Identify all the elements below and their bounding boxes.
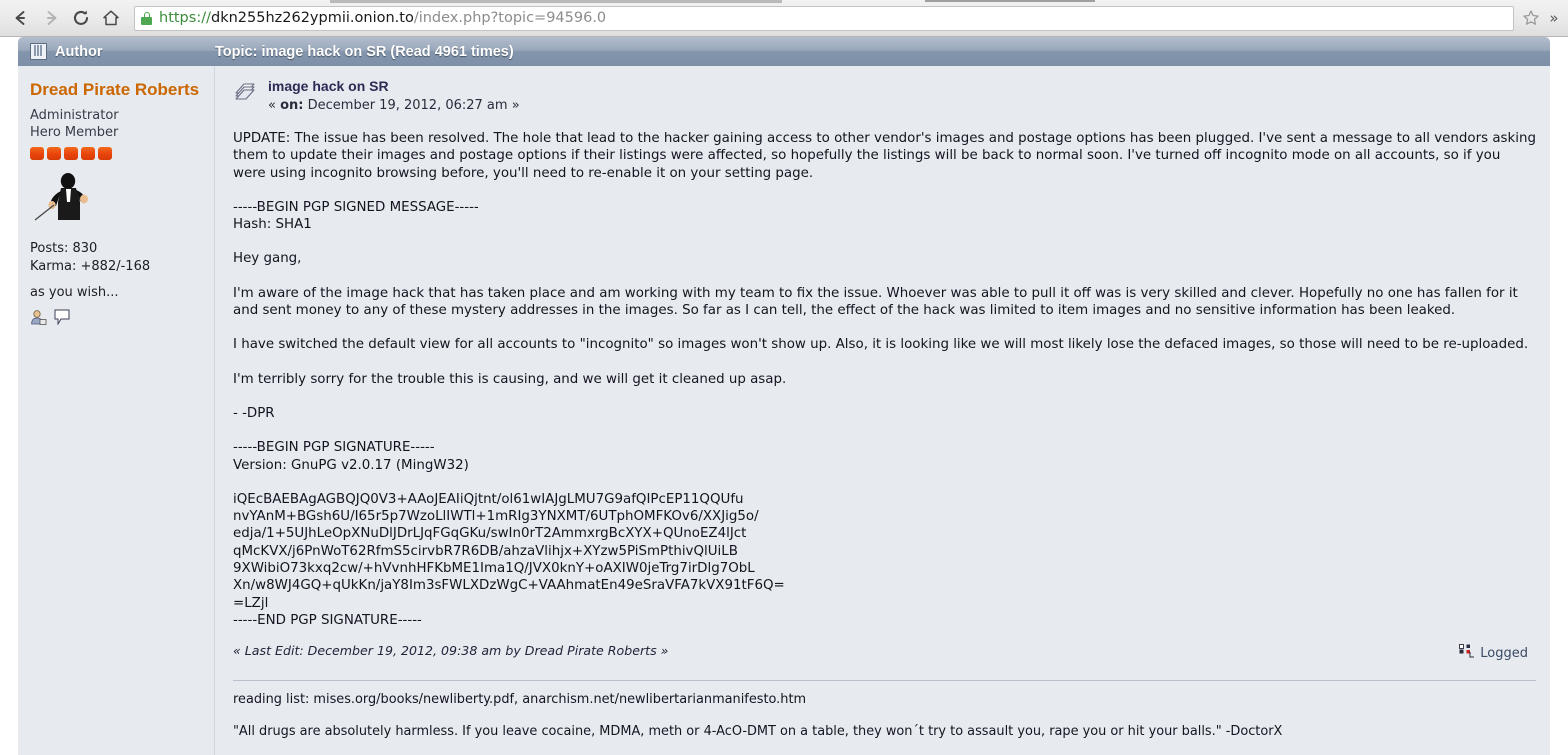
rank-star-pip [30, 147, 44, 160]
url-path: /index.php?topic=94596.0 [413, 10, 607, 26]
rank-star-pip [98, 147, 112, 160]
post-date-value: December 19, 2012, 06:27 am [307, 98, 508, 113]
back-arrow-icon [11, 8, 31, 28]
pgp-signature-line: iQEcBAEBAgAGBQJQ0V3+AAoJEAIiQjtnt/ol61wI… [233, 491, 744, 507]
message-icon[interactable] [54, 309, 71, 329]
pgp-signature-line: =LZjl [233, 595, 269, 611]
logged-badge: Logged [1459, 643, 1528, 664]
home-icon [101, 8, 121, 28]
paragraph-greeting: Hey gang, [233, 251, 302, 267]
book-icon [30, 43, 47, 60]
back-button[interactable] [6, 3, 36, 33]
post-footer-row: « Last Edit: December 19, 2012, 09:38 am… [233, 642, 1536, 664]
forum-page: Author Topic: image hack on SR (Read 496… [0, 37, 1568, 755]
browser-toolbar: https://dkn255hz262ypmii.onion.to/index.… [0, 0, 1568, 37]
author-rank: Hero Member [30, 125, 119, 140]
author-name[interactable]: Dread Pirate Roberts [30, 80, 204, 99]
signature-reading-list: reading list: mises.org/books/newliberty… [233, 692, 807, 708]
author-column-label: Author [55, 43, 103, 60]
pgp-signature-header: -----BEGIN PGP SIGNATURE----- Version: G… [233, 439, 1536, 474]
bookmark-star-icon[interactable] [1520, 7, 1542, 29]
url-scheme: https:// [159, 10, 211, 26]
author-tagline: as you wish... [30, 285, 119, 300]
rank-star-pip [47, 147, 61, 160]
tab-strip-edge-secondary [925, 0, 1095, 2]
pgp-hash-line: Hash: SHA1 [233, 217, 312, 233]
rank-star-pip [81, 147, 95, 160]
rank-star-pip [64, 147, 78, 160]
post-date-prefix: « [268, 98, 276, 113]
post-message-body: UPDATE: The issue has been resolved. The… [233, 130, 1536, 740]
signature-quote: "All drugs are absolutely harmless. If y… [233, 724, 1283, 740]
forward-button[interactable] [36, 3, 66, 33]
url-host: dkn255hz262ypmii.onion.to [210, 10, 414, 26]
lock-icon [141, 11, 152, 25]
home-button[interactable] [96, 3, 126, 33]
pgp-signature-line: qMcKVX/j6PnWoT62RfmS5cirvbR7R6DB/ahzaVli… [233, 543, 738, 559]
pgp-signature-line: Xn/w8WJ4GQ+qUkKn/jaY8Im3sFWLXDzWgC+VAAhm… [233, 578, 785, 594]
karma: Karma: +882/-168 [30, 259, 151, 274]
topic-column-header: Topic: image hack on SR (Read 4961 times… [215, 43, 514, 60]
topic-table-header: Author Topic: image hack on SR (Read 496… [18, 37, 1550, 66]
pgp-signature-end-line: -----END PGP SIGNATURE----- [233, 612, 422, 628]
logged-tree-icon [1459, 643, 1475, 664]
author-group: Administrator [30, 108, 119, 123]
post-header: image hack on SR « on: December 19, 2012… [233, 78, 1536, 115]
paragraph-incognito: I have switched the default view for all… [233, 337, 1529, 353]
pgp-signature-line: edja/1+5UJhLeOpXNuDlJDrLJqFGqGKu/swIn0rT… [233, 526, 747, 542]
reload-button[interactable] [66, 3, 96, 33]
tab-strip-edge [330, 0, 782, 3]
author-action-icons [30, 309, 204, 329]
pgp-signature-block: iQEcBAEBAgAGBQJQ0V3+AAoJEAIiQjtnt/ol61wI… [233, 491, 1536, 629]
author-column-header: Author [30, 43, 215, 60]
post-content: image hack on SR « on: December 19, 2012… [215, 66, 1550, 755]
post-count: Posts: 830 [30, 241, 98, 256]
profile-icon[interactable] [30, 309, 47, 329]
paragraph-aware: I'm aware of the image hack that has tak… [233, 285, 1518, 319]
pgp-signature-line: 9XWibiO73kxq2cw/+hVvnhHFKbME1Ima1Q/JVX0k… [233, 561, 755, 577]
post-row: Dread Pirate Roberts Administrator Hero … [18, 66, 1550, 755]
last-edit-line: « Last Edit: December 19, 2012, 09:38 am… [233, 643, 669, 659]
signature-divider [233, 680, 1536, 682]
author-panel: Dread Pirate Roberts Administrator Hero … [18, 66, 215, 755]
address-bar[interactable]: https://dkn255hz262ypmii.onion.to/index.… [134, 5, 1514, 31]
rank-stars [30, 147, 204, 160]
post-date-line: « on: December 19, 2012, 06:27 am » [268, 96, 520, 115]
toolbar-overflow-button[interactable]: » [1546, 9, 1562, 27]
forward-arrow-icon [41, 8, 61, 28]
avatar [32, 173, 96, 240]
pgp-signature-begin-line: -----BEGIN PGP SIGNATURE----- [233, 440, 435, 456]
post-subject[interactable]: image hack on SR [268, 78, 520, 95]
reload-icon [71, 8, 91, 28]
pgp-signature-line: nvYAnM+BGsh6U/I65r5p7WzoLlIWTl+1mRIg3YNX… [233, 509, 759, 525]
paragraph-signoff: - -DPR [233, 405, 275, 421]
paragraph-sorry: I'm terribly sorry for the trouble this … [233, 371, 787, 387]
paragraph-update: UPDATE: The issue has been resolved. The… [233, 131, 1536, 181]
post-topic-icon [233, 80, 257, 104]
pgp-signed-header: -----BEGIN PGP SIGNED MESSAGE----- Hash:… [233, 199, 1536, 234]
pgp-begin-line: -----BEGIN PGP SIGNED MESSAGE----- [233, 199, 479, 215]
post-date-suffix: » [511, 98, 520, 113]
post-date-label: on: [280, 98, 304, 113]
pgp-version-line: Version: GnuPG v2.0.17 (MingW32) [233, 457, 469, 473]
logged-label: Logged [1480, 646, 1528, 662]
